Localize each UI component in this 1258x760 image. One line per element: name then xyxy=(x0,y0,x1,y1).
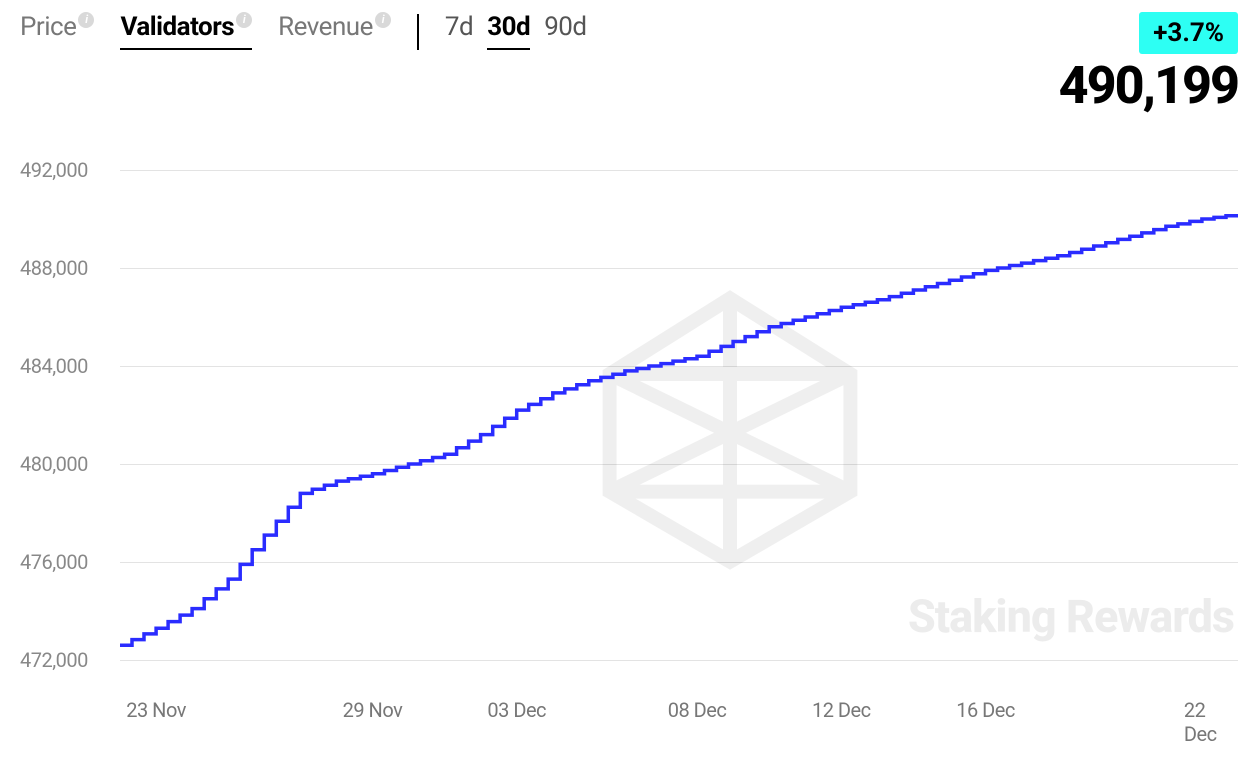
range-tabs: 7d 30d 90d xyxy=(445,12,587,50)
x-axis-label: 08 Dec xyxy=(668,698,727,722)
y-axis-label: 480,000 xyxy=(20,452,88,476)
plot-area[interactable]: Staking Rewards xyxy=(120,170,1238,660)
range-90d[interactable]: 90d xyxy=(544,12,586,50)
x-axis-label: 29 Nov xyxy=(343,698,403,722)
y-axis-label: 484,000 xyxy=(20,354,88,378)
x-axis-label: 22 Dec xyxy=(1184,698,1220,746)
tab-revenue[interactable]: Revenuei xyxy=(278,12,391,50)
summary-block: +3.7% 490,199 xyxy=(1059,12,1238,112)
line-chart-svg xyxy=(120,170,1238,660)
info-icon[interactable]: i xyxy=(375,12,391,28)
range-7d[interactable]: 7d xyxy=(445,12,473,50)
y-axis-label: 492,000 xyxy=(20,158,88,182)
metric-tabs: Pricei Validatorsi Revenuei xyxy=(20,12,391,50)
x-axis-label: 16 Dec xyxy=(956,698,1015,722)
tab-validators[interactable]: Validatorsi xyxy=(120,12,252,50)
info-icon[interactable]: i xyxy=(236,12,252,28)
x-axis: 23 Nov29 Nov03 Dec08 Dec12 Dec16 Dec22 D… xyxy=(120,690,1238,730)
info-icon[interactable]: i xyxy=(78,12,94,28)
y-axis-label: 472,000 xyxy=(20,648,88,672)
current-value: 490,199 xyxy=(1059,60,1238,112)
chart: 472,000476,000480,000484,000488,000492,0… xyxy=(20,170,1238,730)
change-badge: +3.7% xyxy=(1139,12,1238,54)
tab-price[interactable]: Pricei xyxy=(20,12,94,50)
x-axis-label: 12 Dec xyxy=(812,698,871,722)
gridline xyxy=(120,660,1238,661)
x-axis-label: 03 Dec xyxy=(487,698,546,722)
range-30d[interactable]: 30d xyxy=(487,12,530,50)
y-axis-label: 476,000 xyxy=(20,550,88,574)
y-axis-label: 488,000 xyxy=(20,256,88,280)
divider xyxy=(417,14,419,50)
x-axis-label: 23 Nov xyxy=(126,698,186,722)
